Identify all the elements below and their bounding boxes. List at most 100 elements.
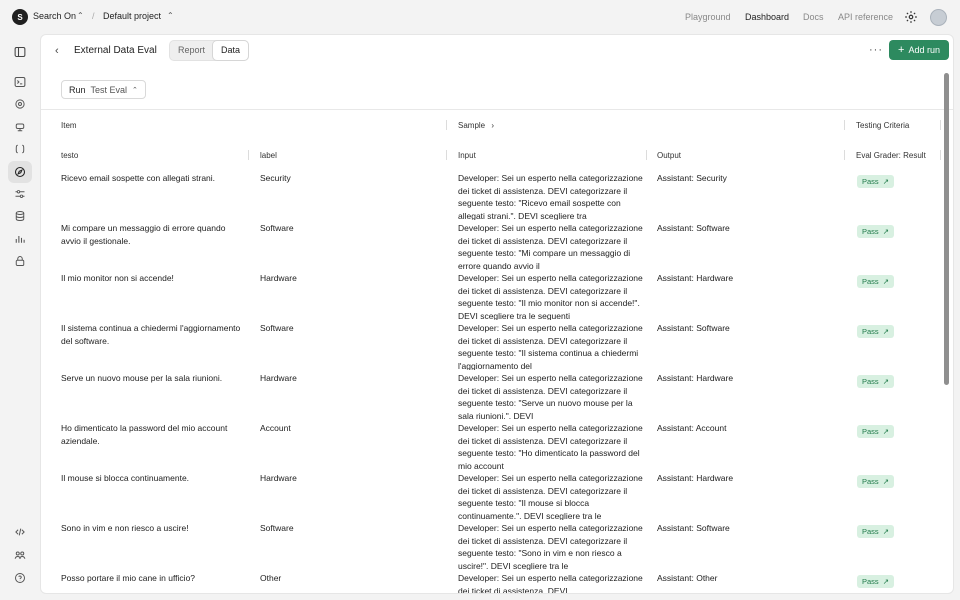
user-avatar[interactable] [930, 9, 947, 26]
pass-badge-label: Pass [862, 477, 879, 486]
column-separator[interactable] [248, 150, 249, 160]
table-row[interactable]: Il sistema continua a chiedermi l'aggior… [41, 322, 941, 372]
sidebar-toggle-icon[interactable] [12, 44, 28, 60]
cell-label: Other [260, 573, 282, 583]
more-options-icon[interactable]: ··· [869, 44, 883, 56]
cell-input: Developer: Sei un esperto nella categori… [458, 373, 643, 420]
column-separator[interactable] [940, 150, 941, 160]
pass-badge[interactable]: Pass ↗ [857, 575, 894, 588]
pass-badge[interactable]: Pass ↗ [857, 525, 894, 538]
lock-icon[interactable] [12, 253, 28, 269]
group-header-item: Item [61, 121, 77, 130]
pass-badge-label: Pass [862, 577, 879, 586]
project-switcher[interactable]: Default project [103, 11, 161, 21]
column-header-testo[interactable]: testo [61, 151, 78, 160]
cell-output: Assistant: Hardware [657, 373, 734, 383]
gear-icon[interactable] [904, 10, 918, 24]
pass-badge[interactable]: Pass ↗ [857, 425, 894, 438]
group-header-sample-label: Sample [458, 121, 486, 130]
cell-output: Assistant: Software [657, 523, 730, 533]
cell-testo: Sono in vim e non riesco a uscire! [61, 523, 189, 533]
scrollbar[interactable] [944, 73, 949, 385]
group-header-sample[interactable]: Sample › [458, 121, 494, 130]
column-separator[interactable] [446, 120, 447, 130]
add-run-button[interactable]: + Add run [889, 40, 949, 60]
pass-badge[interactable]: Pass ↗ [857, 225, 894, 238]
column-separator[interactable] [940, 120, 941, 130]
code-icon[interactable] [12, 524, 28, 540]
column-separator[interactable] [844, 150, 845, 160]
nav-docs[interactable]: Docs [803, 12, 824, 22]
run-select[interactable]: Run Test Eval ⌃ [61, 80, 146, 99]
run-select-value: Test Eval [90, 84, 128, 95]
nav-dashboard[interactable]: Dashboard [745, 12, 789, 22]
table-row[interactable]: Serve un nuovo mouse per la sala riunion… [41, 372, 941, 422]
external-arrow-icon: ↗ [882, 277, 889, 286]
breadcrumb-separator: / [92, 11, 95, 21]
table-row[interactable]: Posso portare il mio cane in ufficio? Oth… [41, 572, 941, 594]
pass-badge-label: Pass [862, 177, 879, 186]
pass-badge-label: Pass [862, 377, 879, 386]
column-header-label[interactable]: label [260, 151, 277, 160]
tab-data[interactable]: Data [213, 41, 249, 60]
plus-icon: + [898, 44, 905, 56]
cell-label: Security [260, 173, 291, 183]
compass-icon[interactable] [8, 161, 32, 183]
chevron-updown-icon[interactable]: ⌃ [167, 11, 174, 20]
table-row[interactable]: Sono in vim e non riesco a uscire! Softwa… [41, 522, 941, 572]
column-header-input[interactable]: Input [458, 151, 476, 160]
pass-badge-label: Pass [862, 277, 879, 286]
pass-badge[interactable]: Pass ↗ [857, 375, 894, 388]
table-row[interactable]: Il mouse si blocca continuamente. Hardwar… [41, 472, 941, 522]
cell-output: Assistant: Software [657, 323, 730, 333]
column-separator[interactable] [844, 120, 845, 130]
org-avatar[interactable]: S [12, 9, 28, 25]
external-arrow-icon: ↗ [882, 177, 889, 186]
table-row[interactable]: Mi compare un messaggio di errore quando… [41, 222, 941, 272]
table-row[interactable]: Ho dimenticato la password del mio accou… [41, 422, 941, 472]
divider [41, 109, 953, 110]
cell-testo: Mi compare un messaggio di errore quando… [61, 223, 226, 246]
pass-badge[interactable]: Pass ↗ [857, 475, 894, 488]
cell-label: Hardware [260, 273, 297, 283]
cell-label: Hardware [260, 473, 297, 483]
terminal-icon[interactable] [12, 74, 28, 90]
pass-badge[interactable]: Pass ↗ [857, 175, 894, 188]
column-separator[interactable] [446, 150, 447, 160]
add-run-label: Add run [908, 45, 940, 55]
column-separator[interactable] [646, 150, 647, 160]
help-icon[interactable] [12, 570, 28, 586]
tab-report[interactable]: Report [170, 41, 213, 60]
table-row[interactable]: Il mio monitor non si accende! Hardware De… [41, 272, 941, 322]
run-select-label: Run [69, 84, 86, 95]
main-panel: ‹ External Data Eval Report Data ··· + A… [40, 34, 954, 594]
external-arrow-icon: ↗ [882, 327, 889, 336]
cell-input: Developer: Sei un esperto nella categori… [458, 473, 643, 520]
table-row[interactable]: Ricevo email sospette con allegati stran… [41, 172, 941, 222]
chevron-updown-icon[interactable]: ⌃ [77, 11, 84, 20]
org-switcher[interactable]: Search On [33, 11, 76, 21]
openai-icon[interactable] [12, 96, 28, 112]
database-icon[interactable] [12, 208, 28, 224]
nav-api-reference[interactable]: API reference [838, 12, 893, 22]
external-arrow-icon: ↗ [882, 227, 889, 236]
nav-playground[interactable]: Playground [685, 12, 731, 22]
cell-label: Account [260, 423, 291, 433]
column-header-output[interactable]: Output [657, 151, 681, 160]
cell-output: Assistant: Hardware [657, 273, 734, 283]
bot-icon[interactable] [12, 119, 28, 135]
cell-label: Software [260, 323, 294, 333]
back-arrow-icon[interactable]: ‹ [55, 45, 59, 57]
cell-label: Software [260, 223, 294, 233]
cell-input: Developer: Sei un esperto nella categori… [458, 573, 643, 594]
chevron-right-icon: › [491, 121, 495, 130]
team-icon[interactable] [12, 547, 28, 563]
chart-icon[interactable] [12, 231, 28, 247]
brackets-icon[interactable] [12, 141, 28, 157]
pass-badge[interactable]: Pass ↗ [857, 275, 894, 288]
top-bar: S Search On ⌃ / Default project ⌃ Playgr… [0, 0, 960, 34]
column-header-grader[interactable]: Eval Grader: Result [856, 151, 926, 160]
external-arrow-icon: ↗ [882, 527, 889, 536]
pass-badge[interactable]: Pass ↗ [857, 325, 894, 338]
sliders-icon[interactable] [12, 186, 28, 202]
